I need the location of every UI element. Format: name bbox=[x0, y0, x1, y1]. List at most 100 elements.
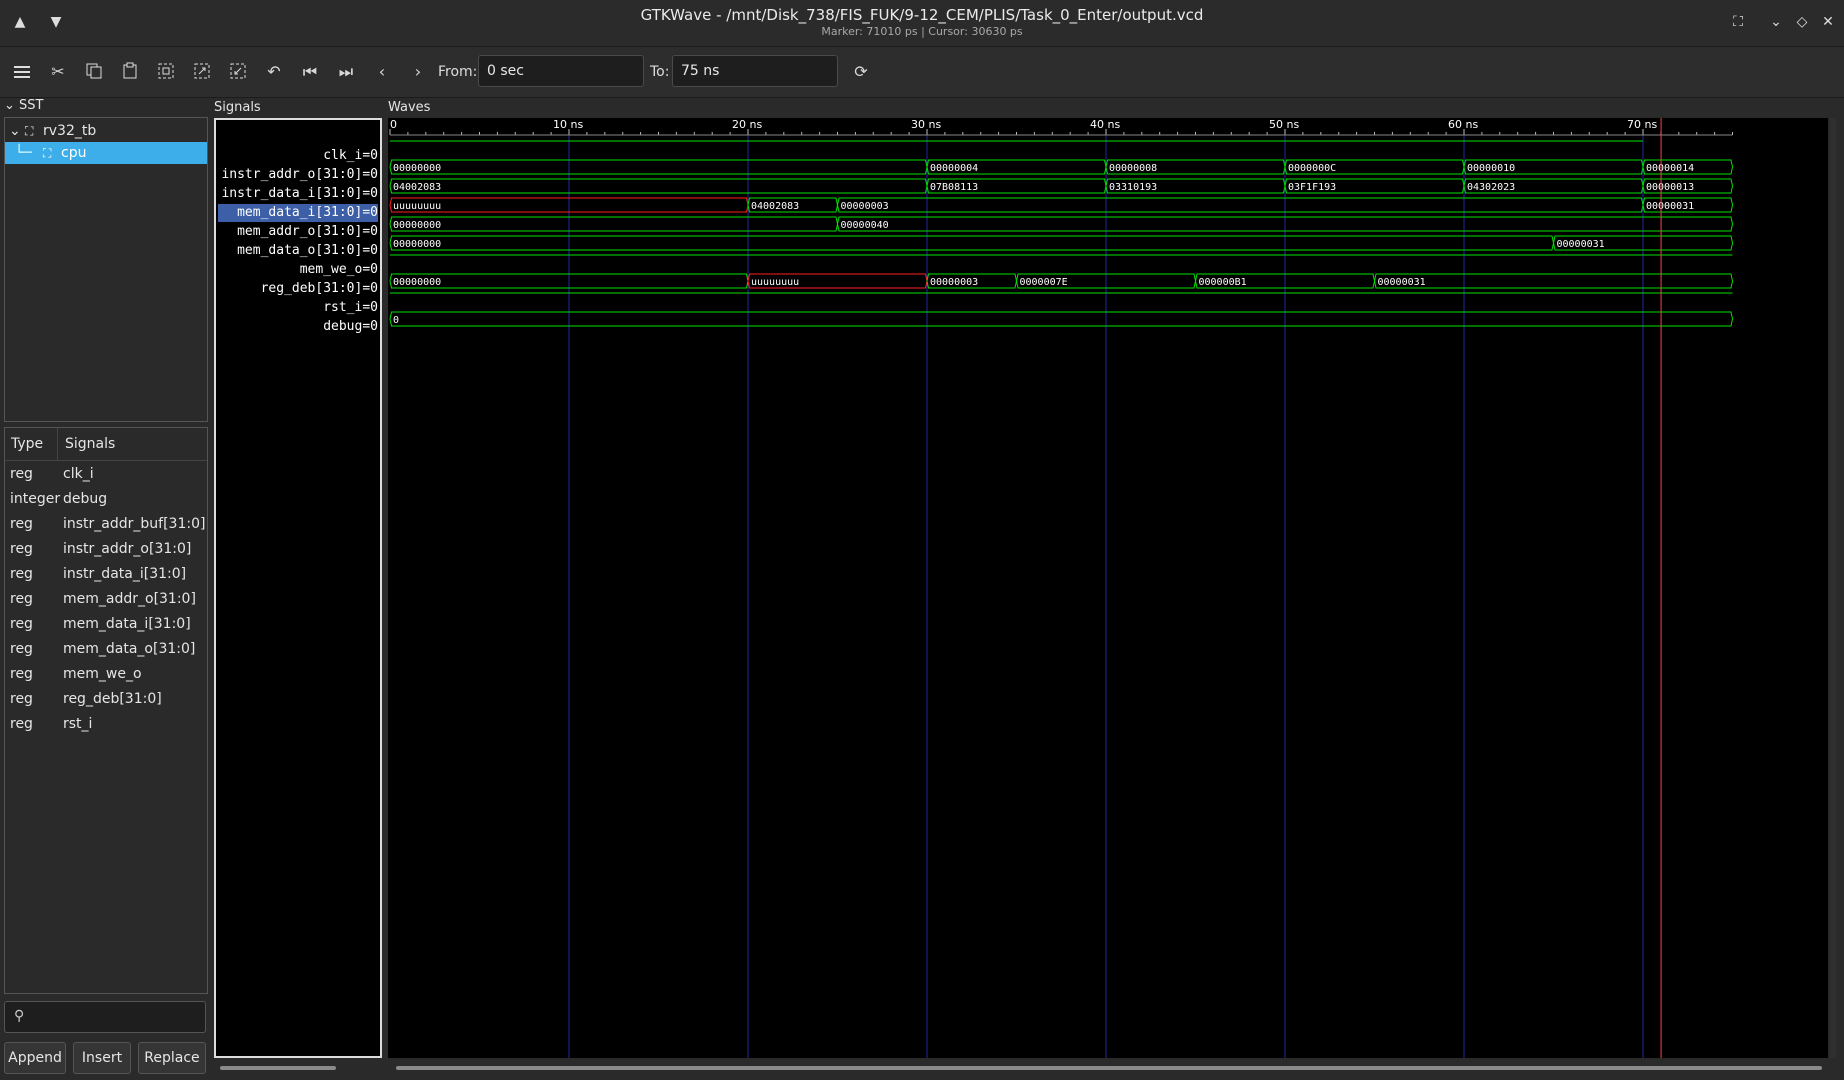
collapse-chevron-icon[interactable]: ⌄ bbox=[9, 120, 21, 142]
time-tick-label: 20 ns bbox=[732, 118, 762, 131]
signal-name-row[interactable]: instr_addr_o[31:0]=0 bbox=[221, 166, 378, 184]
paste-icon[interactable] bbox=[117, 59, 143, 85]
sst-signal-row[interactable]: reg instr_addr_buf[31:0] bbox=[5, 512, 207, 537]
signal-name: mem_data_o[31:0] bbox=[63, 641, 196, 657]
signal-type: reg bbox=[10, 666, 33, 682]
bus-segment bbox=[389, 159, 928, 175]
waves-panel-title: Waves bbox=[388, 100, 431, 115]
undo-icon[interactable]: ↶ bbox=[261, 59, 287, 85]
maximize-icon[interactable]: ◇ bbox=[1790, 10, 1814, 34]
signal-name-row[interactable]: mem_we_o=0 bbox=[300, 261, 378, 279]
module-icon: ⛶ bbox=[25, 124, 34, 138]
zoom-out-icon[interactable] bbox=[225, 59, 251, 85]
column-divider bbox=[57, 428, 58, 460]
sst-signal-row[interactable]: reg instr_data_i[31:0] bbox=[5, 562, 207, 587]
sst-signal-row[interactable]: integer debug bbox=[5, 487, 207, 512]
waveform-canvas[interactable]: 0 10 ns 20 ns 30 ns 40 ns 50 ns 60 ns 70 ns0000… bbox=[388, 118, 1828, 1058]
jump-to-start-icon[interactable]: ⏮ bbox=[297, 59, 323, 85]
bus-value-label: 03F1F193 bbox=[1288, 182, 1336, 193]
bus-value-label: 04302023 bbox=[1467, 182, 1515, 193]
sst-signal-row[interactable]: reg rst_i bbox=[5, 712, 207, 737]
copy-icon[interactable] bbox=[81, 59, 107, 85]
tree-item-rv32-tb[interactable]: ⌄ ⛶ rv32_tb bbox=[5, 120, 207, 142]
sst-signal-row[interactable]: reg mem_data_o[31:0] bbox=[5, 637, 207, 662]
signal-name-row[interactable]: clk_i=0 bbox=[323, 147, 378, 165]
time-tick-label: 10 ns bbox=[553, 118, 583, 131]
window-subtitle: Marker: 71010 ps | Cursor: 30630 ps bbox=[821, 25, 1023, 38]
signal-search-field[interactable]: ⚲ bbox=[4, 1001, 206, 1033]
close-icon[interactable]: ✕ bbox=[1816, 10, 1840, 34]
column-header-signals[interactable]: Signals bbox=[65, 436, 115, 452]
module-icon: ⛶ bbox=[43, 146, 52, 160]
next-icon[interactable]: › bbox=[405, 59, 431, 85]
insert-button[interactable]: Insert bbox=[73, 1042, 131, 1074]
bus-segment bbox=[836, 197, 1644, 213]
sst-signal-row[interactable]: reg mem_we_o bbox=[5, 662, 207, 687]
waves-pane[interactable]: 0 10 ns 20 ns 30 ns 40 ns 50 ns 60 ns 70 ns 0000… bbox=[388, 118, 1828, 1058]
bus-value-label: 00000000 bbox=[393, 220, 441, 231]
column-header-type[interactable]: Type bbox=[11, 436, 43, 452]
signal-name-row[interactable]: mem_data_o[31:0]=0 bbox=[237, 242, 378, 260]
fullscreen-icon[interactable]: ⛶ bbox=[1726, 10, 1750, 34]
signals-horizontal-scrollbar[interactable] bbox=[220, 1066, 336, 1070]
time-tick-label: 0 bbox=[390, 118, 397, 131]
expand-chevron-icon: ⌄ bbox=[4, 98, 15, 113]
bus-value-label: 07B08113 bbox=[930, 182, 978, 193]
minimize-icon[interactable]: ⌄ bbox=[1764, 10, 1788, 34]
append-button[interactable]: Append bbox=[4, 1042, 66, 1074]
signal-name-row[interactable]: mem_data_i[31:0]=0 bbox=[218, 204, 378, 222]
jump-to-end-icon[interactable]: ⏭ bbox=[333, 59, 359, 85]
signal-name: mem_data_i[31:0] bbox=[63, 616, 191, 632]
previous-icon[interactable]: ‹ bbox=[369, 59, 395, 85]
time-tick-label: 50 ns bbox=[1269, 118, 1299, 131]
zoom-in-icon[interactable] bbox=[189, 59, 215, 85]
signal-name-row[interactable]: reg_deb[31:0]=0 bbox=[261, 280, 378, 298]
signal-name: rst_i bbox=[63, 716, 93, 732]
signal-name: debug bbox=[63, 491, 108, 507]
bus-value-label: 03310193 bbox=[1109, 182, 1157, 193]
title-bar: ▲ ▼ GTKWave - /mnt/Disk_738/FIS_FUK/9-12… bbox=[0, 0, 1844, 47]
from-label: From: bbox=[438, 64, 478, 80]
to-time-input[interactable] bbox=[672, 55, 838, 87]
bus-value-label: 0000000C bbox=[1288, 163, 1336, 174]
sst-signal-row[interactable]: reg instr_addr_o[31:0] bbox=[5, 537, 207, 562]
signal-name-row[interactable]: instr_data_i[31:0]=0 bbox=[221, 185, 378, 203]
toolbar: ✂ ↶ ⏮ ⏭ ‹ › From: To: ⟳ bbox=[0, 47, 1844, 98]
signal-type: reg bbox=[10, 716, 33, 732]
signal-type: reg bbox=[10, 566, 33, 582]
sst-signal-row[interactable]: reg mem_addr_o[31:0] bbox=[5, 587, 207, 612]
sst-header[interactable]: ⌄ SST bbox=[4, 98, 44, 113]
bus-value-label: 04002083 bbox=[751, 201, 799, 212]
sst-signal-row[interactable]: reg clk_i bbox=[5, 462, 207, 487]
waves-vertical-scrollbar[interactable] bbox=[1830, 118, 1836, 1058]
bus-value-label: 00000031 bbox=[1557, 239, 1605, 250]
from-time-input[interactable] bbox=[478, 55, 644, 87]
sst-signal-row[interactable]: reg reg_deb[31:0] bbox=[5, 687, 207, 712]
time-tick-label: 40 ns bbox=[1090, 118, 1120, 131]
signal-type: integer bbox=[10, 491, 61, 507]
signal-name: mem_addr_o[31:0] bbox=[63, 591, 196, 607]
signal-name: reg_deb[31:0] bbox=[63, 691, 162, 707]
time-tick-label: 30 ns bbox=[911, 118, 941, 131]
signal-name-row[interactable]: debug=0 bbox=[323, 318, 378, 336]
signal-type: reg bbox=[10, 616, 33, 632]
hierarchy-tree: ⌄ ⛶ rv32_tb └─ ⛶ cpu bbox=[4, 117, 208, 422]
hamburger-menu-icon[interactable] bbox=[9, 59, 35, 85]
tree-branch-line: └─ bbox=[15, 145, 32, 161]
signal-type: reg bbox=[10, 641, 33, 657]
replace-button[interactable]: Replace bbox=[138, 1042, 206, 1074]
cut-icon[interactable]: ✂ bbox=[45, 59, 71, 85]
bus-value-label: 0 bbox=[393, 315, 399, 326]
zoom-fit-icon[interactable] bbox=[153, 59, 179, 85]
sst-signal-row[interactable]: reg mem_data_i[31:0] bbox=[5, 612, 207, 637]
signals-pane[interactable]: clk_i=0 instr_addr_o[31:0]=0 instr_data_i[… bbox=[214, 118, 382, 1058]
bus-value-label: 00000003 bbox=[841, 201, 889, 212]
tree-item-cpu[interactable]: └─ ⛶ cpu bbox=[5, 142, 207, 164]
signal-name-row[interactable]: mem_addr_o[31:0]=0 bbox=[237, 223, 378, 241]
bus-value-label: 00000004 bbox=[930, 163, 978, 174]
bus-value-label: 00000000 bbox=[393, 277, 441, 288]
signal-name-row[interactable]: rst_i=0 bbox=[323, 299, 378, 317]
bus-value-label: 00000010 bbox=[1467, 163, 1515, 174]
waves-horizontal-scrollbar[interactable] bbox=[396, 1066, 1822, 1070]
reload-icon[interactable]: ⟳ bbox=[848, 59, 874, 85]
